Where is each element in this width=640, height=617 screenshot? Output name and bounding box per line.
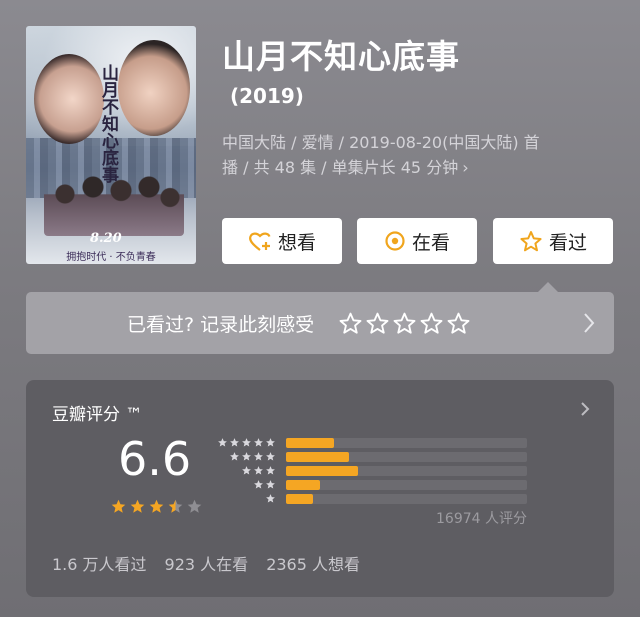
watched-button-label: 看过: [548, 231, 587, 254]
heart-plus-icon: [249, 232, 271, 251]
distribution-track: [286, 480, 527, 490]
rating-stats: 1.6 万人看过 923 人在看 2365 人想看: [52, 551, 360, 575]
mark-bar-pointer: [538, 282, 558, 292]
distribution-row-1-star: [216, 492, 527, 506]
rating-stars: [110, 498, 203, 515]
douban-rating-panel[interactable]: 豆瓣评分 ™ 6.6 16974 人评分 1.6 万人看过 923 人在看 23…: [26, 380, 614, 597]
star-small-icon: [266, 466, 275, 475]
distribution-row-stars: [217, 437, 276, 448]
star-half-icon: [168, 499, 183, 513]
watching-button[interactable]: 在看: [357, 218, 477, 264]
star-small-icon: [242, 466, 251, 475]
rating-label: 豆瓣评分 ™: [52, 405, 143, 425]
star-small-icon: [266, 438, 275, 447]
star-small-icon: [218, 438, 227, 447]
want-button[interactable]: 想看: [222, 218, 342, 264]
mark-watched-bar[interactable]: 已看过? 记录此刻感受: [26, 282, 614, 354]
mark-rating-stars[interactable]: [338, 311, 471, 336]
poster-slogan: 拥抱时代 · 不负青春: [66, 252, 156, 263]
star-outline-icon[interactable]: [365, 311, 390, 336]
distribution-bar-1-star: [286, 494, 313, 504]
distribution-bar-5-star: [286, 438, 334, 448]
poster-actress: [34, 54, 104, 144]
chevron-right-icon[interactable]: [582, 311, 596, 335]
star-small-icon: [266, 452, 275, 461]
star-outline-icon[interactable]: [392, 311, 417, 336]
star-filled-icon: [130, 499, 145, 513]
distribution-row-4-star: [216, 450, 527, 464]
movie-title: 山月不知心底事: [222, 37, 460, 76]
distribution-row-stars: [229, 451, 276, 462]
star-small-icon: [242, 438, 251, 447]
poster-date: 8.20: [90, 231, 122, 246]
distribution-row-5-star: [216, 436, 527, 450]
star-small-icon: [230, 452, 239, 461]
watched-button[interactable]: 看过: [493, 218, 613, 264]
stat-want[interactable]: 2365 人想看: [266, 551, 360, 575]
distribution-row-2-star: [216, 478, 527, 492]
mark-prompt: 已看过? 记录此刻感受: [127, 313, 315, 336]
distribution-row-stars: [265, 493, 276, 504]
star-small-icon: [230, 438, 239, 447]
star-small-icon: [266, 494, 275, 503]
chevron-right-icon[interactable]: [580, 401, 590, 417]
rating-score: 6.6: [118, 432, 192, 486]
star-empty-icon: [187, 499, 202, 513]
meta-line-2-text: 播 / 共 48 集 / 单集片长 45 分钟: [222, 158, 459, 177]
meta-line-2: 播 / 共 48 集 / 单集片长 45 分钟 ›: [222, 155, 607, 180]
star-filled-icon: [111, 499, 126, 513]
star-outline-icon: [520, 230, 542, 251]
distribution-bar-2-star: [286, 480, 320, 490]
star-small-icon: [254, 438, 263, 447]
star-small-icon: [242, 452, 251, 461]
stat-watching[interactable]: 923 人在看: [165, 551, 249, 575]
chevron-right-icon: ›: [462, 158, 469, 177]
distribution-bar-4-star: [286, 452, 349, 462]
rating-distribution: [216, 436, 527, 506]
star-filled-icon: [149, 499, 164, 513]
movie-year: (2019): [230, 84, 304, 108]
poster-image[interactable]: 山月不知心底事 8.20 拥抱时代 · 不负青春: [26, 26, 196, 264]
star-outline-icon[interactable]: [446, 311, 471, 336]
movie-meta[interactable]: 中国大陆 / 爱情 / 2019-08-20(中国大陆) 首 播 / 共 48 …: [222, 130, 607, 180]
target-icon: [385, 231, 405, 251]
rating-count: 16974 人评分: [436, 511, 527, 527]
stat-seen[interactable]: 1.6 万人看过: [52, 551, 147, 575]
star-small-icon: [254, 480, 263, 489]
star-outline-icon[interactable]: [419, 311, 444, 336]
want-button-label: 想看: [277, 231, 316, 254]
distribution-bar-3-star: [286, 466, 358, 476]
meta-line-1: 中国大陆 / 爱情 / 2019-08-20(中国大陆) 首: [222, 133, 540, 152]
star-small-icon: [266, 480, 275, 489]
star-small-icon: [254, 466, 263, 475]
distribution-row-stars: [253, 479, 276, 490]
poster-cast: [44, 166, 184, 236]
watching-button-label: 在看: [411, 231, 450, 254]
star-outline-icon[interactable]: [338, 311, 363, 336]
distribution-row-3-star: [216, 464, 527, 478]
star-small-icon: [254, 452, 263, 461]
distribution-row-stars: [241, 465, 276, 476]
distribution-track: [286, 494, 527, 504]
